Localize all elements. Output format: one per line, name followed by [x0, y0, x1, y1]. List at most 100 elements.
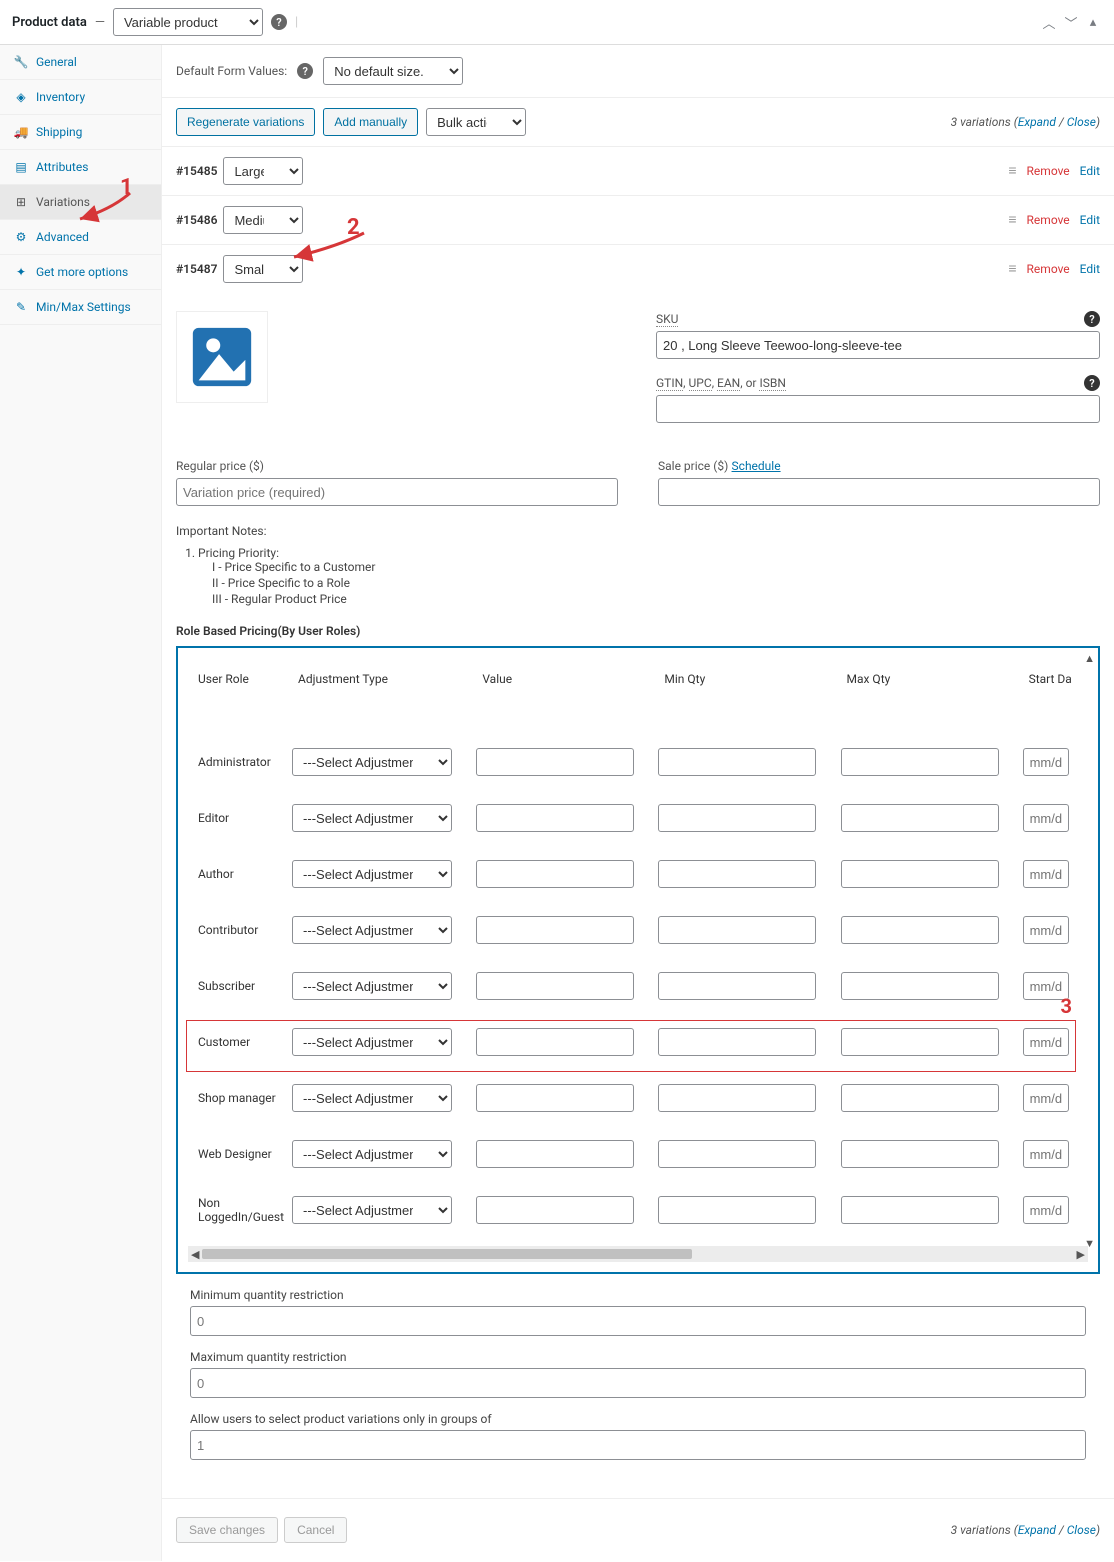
sku-input[interactable] [656, 331, 1100, 359]
edit-link[interactable]: Edit [1080, 213, 1100, 227]
close-link[interactable]: Close [1067, 115, 1096, 129]
max-qty-input[interactable] [841, 972, 999, 1000]
regenerate-button[interactable]: Regenerate variations [176, 108, 315, 136]
remove-link[interactable]: Remove [1027, 262, 1070, 276]
adjustment-type-select[interactable]: ---Select Adjustment Type--- [292, 1140, 452, 1168]
variation-row[interactable]: #15485 Large ≡ Remove Edit [162, 147, 1114, 196]
start-date-input[interactable] [1023, 1196, 1069, 1224]
bulk-actions-select[interactable]: Bulk actions [426, 108, 526, 136]
scroll-left-icon[interactable]: ◀ [191, 1248, 199, 1261]
toggle-icon[interactable]: ﹀ [1062, 13, 1080, 31]
scrollbar-thumb[interactable] [202, 1249, 692, 1259]
min-qty-input[interactable] [658, 1084, 816, 1112]
help-icon[interactable]: ? [297, 63, 313, 79]
help-icon[interactable]: ? [1084, 311, 1100, 327]
start-date-input[interactable] [1023, 1028, 1069, 1056]
tab-general[interactable]: 🔧General [0, 45, 161, 80]
adjustment-type-select[interactable]: ---Select Adjustment Type--- [292, 1196, 452, 1224]
remove-link[interactable]: Remove [1027, 164, 1070, 178]
adjustment-type-select[interactable]: ---Select Adjustment Type--- [292, 748, 452, 776]
schedule-link[interactable]: Schedule [732, 459, 781, 473]
max-qty-input[interactable] [841, 1196, 999, 1224]
tab-minmax[interactable]: ✎Min/Max Settings [0, 290, 161, 325]
add-manually-button[interactable]: Add manually [323, 108, 418, 136]
move-down-icon[interactable]: ▴ [1084, 13, 1102, 31]
max-qty-input[interactable] [841, 804, 999, 832]
variation-image[interactable] [176, 311, 268, 403]
variation-size-select[interactable]: Large [223, 157, 303, 185]
min-qty-input[interactable] [658, 748, 816, 776]
drag-icon[interactable]: ≡ [1008, 213, 1016, 227]
product-type-select[interactable]: Variable product [113, 8, 263, 36]
adjustment-type-select[interactable]: ---Select Adjustment Type--- [292, 860, 452, 888]
value-input[interactable] [476, 1140, 634, 1168]
value-input[interactable] [476, 1196, 634, 1224]
max-qty-input[interactable] [841, 748, 999, 776]
gtin-input[interactable] [656, 395, 1100, 423]
sale-price-input[interactable] [658, 478, 1100, 506]
regular-price-input[interactable] [176, 478, 618, 506]
adjustment-type-select[interactable]: ---Select Adjustment Type--- [292, 804, 452, 832]
value-input[interactable] [476, 1028, 634, 1056]
help-icon[interactable]: ? [1084, 375, 1100, 391]
max-qty-input[interactable] [841, 916, 999, 944]
start-date-input[interactable] [1023, 1140, 1069, 1168]
start-date-input[interactable] [1023, 916, 1069, 944]
min-qty-input[interactable] [658, 804, 816, 832]
max-qty-input[interactable] [841, 860, 999, 888]
min-qty-input[interactable] [658, 1028, 816, 1056]
expand-link[interactable]: Expand [1018, 1523, 1056, 1537]
drag-icon[interactable]: ≡ [1008, 164, 1016, 178]
remove-link[interactable]: Remove [1027, 213, 1070, 227]
max-qty-input[interactable] [841, 1084, 999, 1112]
min-qty-input[interactable] [658, 1140, 816, 1168]
col-value: Value [472, 654, 654, 734]
default-size-select[interactable]: No default size... [323, 57, 463, 85]
adjustment-type-select[interactable]: ---Select Adjustment Type--- [292, 1028, 452, 1056]
value-input[interactable] [476, 748, 634, 776]
min-qty-input[interactable] [658, 972, 816, 1000]
value-input[interactable] [476, 972, 634, 1000]
variation-size-select[interactable]: Medium [223, 206, 303, 234]
tab-attributes[interactable]: ▤Attributes [0, 150, 161, 185]
min-qty-input[interactable] [658, 1196, 816, 1224]
start-date-input[interactable] [1023, 1084, 1069, 1112]
value-input[interactable] [476, 860, 634, 888]
start-date-input[interactable] [1023, 860, 1069, 888]
variation-row[interactable]: #15487 Small ≡ Remove Edit [162, 245, 1114, 293]
min-qty-input[interactable] [658, 860, 816, 888]
tab-advanced[interactable]: ⚙Advanced [0, 220, 161, 255]
close-link[interactable]: Close [1067, 1523, 1096, 1537]
drag-icon[interactable]: ≡ [1008, 262, 1016, 276]
start-date-input[interactable] [1023, 804, 1069, 832]
value-input[interactable] [476, 1084, 634, 1112]
value-input[interactable] [476, 916, 634, 944]
scroll-up-icon[interactable]: ▲ [1084, 652, 1095, 665]
horizontal-scrollbar[interactable]: ◀ ▶ [188, 1246, 1088, 1262]
min-qty-input[interactable] [658, 916, 816, 944]
tab-shipping[interactable]: 🚚Shipping [0, 115, 161, 150]
start-date-input[interactable] [1023, 748, 1069, 776]
save-button[interactable]: Save changes [176, 1517, 278, 1543]
variation-row[interactable]: #15486 Medium ≡ Remove Edit [162, 196, 1114, 245]
min-qty-input[interactable] [190, 1306, 1086, 1336]
help-icon[interactable]: ? [271, 14, 287, 30]
adjustment-type-select[interactable]: ---Select Adjustment Type--- [292, 972, 452, 1000]
edit-link[interactable]: Edit [1080, 262, 1100, 276]
tab-variations[interactable]: ⊞Variations [0, 185, 161, 220]
scroll-right-icon[interactable]: ▶ [1077, 1248, 1085, 1261]
edit-link[interactable]: Edit [1080, 164, 1100, 178]
max-qty-input[interactable] [190, 1368, 1086, 1398]
cancel-button[interactable]: Cancel [284, 1517, 347, 1543]
value-input[interactable] [476, 804, 634, 832]
adjustment-type-select[interactable]: ---Select Adjustment Type--- [292, 1084, 452, 1112]
variation-size-select[interactable]: Small [223, 255, 303, 283]
max-qty-input[interactable] [841, 1140, 999, 1168]
expand-link[interactable]: Expand [1018, 115, 1056, 129]
tab-get-more[interactable]: ✦Get more options [0, 255, 161, 290]
groups-input[interactable] [190, 1430, 1086, 1460]
max-qty-input[interactable] [841, 1028, 999, 1056]
tab-inventory[interactable]: ◈Inventory [0, 80, 161, 115]
adjustment-type-select[interactable]: ---Select Adjustment Type--- [292, 916, 452, 944]
move-up-icon[interactable]: ︿ [1040, 13, 1058, 31]
